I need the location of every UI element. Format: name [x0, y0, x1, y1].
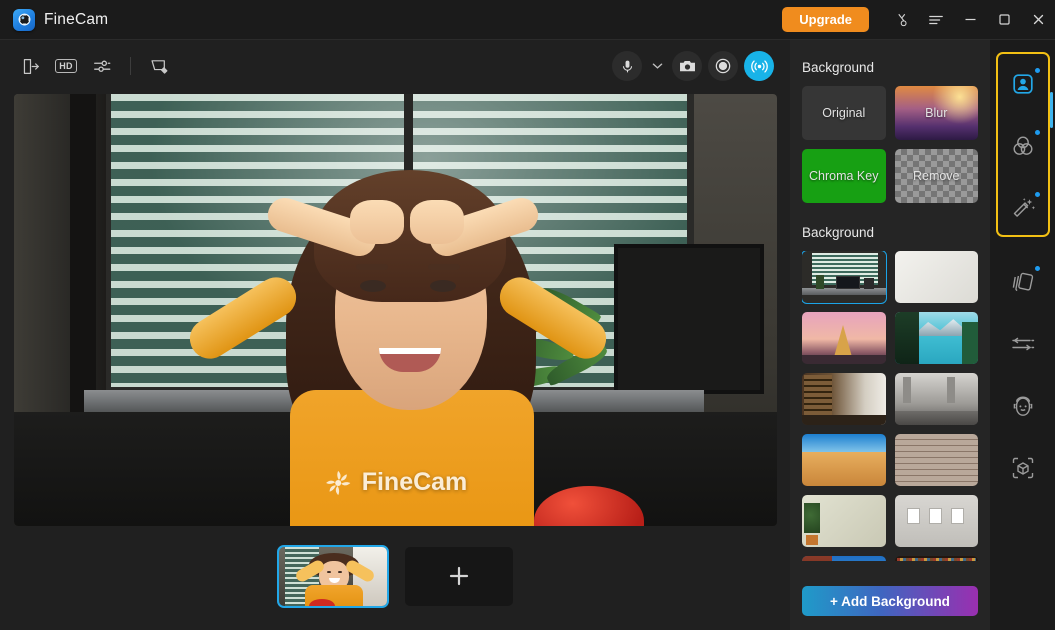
broadcast-icon[interactable] [744, 51, 774, 81]
person-hand-right [410, 200, 464, 244]
background-mode-remove[interactable]: Remove [894, 149, 978, 203]
background-thumb-office-blinds[interactable] [802, 251, 887, 304]
app-title: FineCam [44, 10, 109, 28]
scene-monitor [614, 244, 764, 394]
background-thumb-white-wall[interactable] [894, 251, 978, 303]
background-thumb-desert-dunes[interactable] [802, 434, 886, 486]
background-mode-original-label: Original [822, 106, 866, 120]
feature-rail [990, 40, 1055, 630]
toolbar-divider [130, 57, 131, 75]
background-library-grid [802, 251, 978, 561]
virtual-camera-output-icon[interactable] [14, 51, 46, 81]
background-thumb-bookshelf-room[interactable] [802, 373, 886, 425]
camera-preview[interactable]: FineCam [14, 94, 777, 526]
pin-cursor-icon[interactable] [885, 0, 919, 40]
person-eye-right [430, 280, 456, 292]
microphone-icon[interactable] [612, 51, 642, 81]
toolbar-right-group [612, 51, 774, 81]
person-hand-left [350, 200, 404, 244]
background-thumb-lake-mountains[interactable] [894, 312, 978, 364]
person-eye-left [360, 280, 386, 292]
title-bar: FineCam Upgrade [0, 0, 1055, 40]
camera-source-thumbnail[interactable] [276, 544, 389, 608]
upgrade-button[interactable]: Upgrade [782, 7, 869, 32]
background-thumb-library-shelves[interactable] [894, 556, 978, 561]
rail-badge-dot [1034, 130, 1040, 135]
main-toolbar: HD [0, 40, 790, 92]
hd-badge-label: HD [55, 59, 77, 73]
person-torso [290, 390, 534, 526]
finecam-app-window: FineCam Upgrade HD FineCam Background Or… [0, 0, 1055, 630]
rail-magic-wand-icon[interactable] [1001, 186, 1045, 230]
add-source-button[interactable] [404, 546, 513, 606]
rail-badge-dot [1034, 192, 1040, 197]
person-brow-right [428, 264, 460, 270]
background-mode-section-title: Background [802, 60, 875, 75]
person-brow-left [356, 264, 388, 270]
background-thumb-brick-wall[interactable] [894, 434, 978, 486]
plus-icon [449, 566, 468, 586]
hd-quality-icon[interactable]: HD [50, 51, 82, 81]
minimize-icon[interactable] [953, 0, 987, 40]
rail-portrait-background-icon[interactable] [1001, 62, 1045, 106]
background-thumb-loft-gym[interactable] [894, 373, 978, 425]
background-mode-remove-label: Remove [912, 169, 960, 183]
rail-badge-dot [1034, 266, 1040, 271]
background-thumb-gallery-wall[interactable] [894, 495, 978, 547]
rail-color-filter-icon[interactable] [1001, 124, 1045, 168]
rail-active-indicator [1050, 92, 1053, 128]
hamburger-menu-icon[interactable] [919, 0, 953, 40]
rail-adjust-sliders-icon[interactable] [1001, 322, 1045, 366]
background-panel: Background Original Blur Chroma Key Remo… [790, 40, 990, 630]
finecam-aperture-logo-icon [13, 8, 35, 31]
camera-settings-sliders-icon[interactable] [86, 51, 118, 81]
chevron-down-icon[interactable] [648, 51, 666, 81]
background-thumb-red-rock-sky[interactable] [802, 556, 886, 561]
app-brand: FineCam [13, 8, 109, 31]
background-mode-original[interactable]: Original [802, 86, 886, 140]
scene-person [182, 122, 624, 526]
preview-scene [14, 94, 777, 526]
background-mode-chroma-key[interactable]: Chroma Key [802, 149, 886, 203]
background-mode-grid: Original Blur Chroma Key Remove [802, 86, 978, 203]
snapshot-camera-icon[interactable] [672, 51, 702, 81]
whiteboard-annotation-icon[interactable] [143, 51, 175, 81]
background-mode-blur-label: Blur [925, 106, 948, 120]
rail-layers-cards-icon[interactable] [1001, 260, 1045, 304]
title-bar-controls: Upgrade [782, 0, 1055, 40]
background-mode-blur[interactable]: Blur [894, 86, 978, 140]
source-strip [14, 544, 777, 608]
rail-3d-object-icon[interactable] [1001, 446, 1045, 490]
rail-avatar-face-icon[interactable] [1001, 384, 1045, 428]
add-background-button[interactable]: + Add Background [802, 586, 978, 616]
maximize-icon[interactable] [987, 0, 1021, 40]
toolbar-left-group: HD [14, 51, 175, 81]
background-thumb-eiffel-tower[interactable] [802, 312, 886, 364]
close-icon[interactable] [1021, 0, 1055, 40]
record-icon[interactable] [708, 51, 738, 81]
background-thumb-plant-beige-wall[interactable] [802, 495, 886, 547]
background-mode-chroma-key-label: Chroma Key [809, 169, 879, 183]
background-library-section-title: Background [802, 225, 875, 240]
rail-badge-dot [1034, 68, 1040, 73]
